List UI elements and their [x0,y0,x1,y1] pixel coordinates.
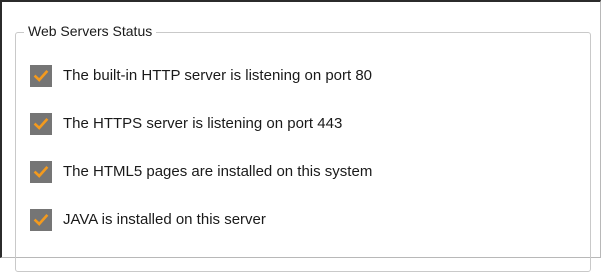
status-label: The HTTPS server is listening on port 44… [63,115,343,132]
status-label: The built-in HTTP server is listening on… [63,67,373,84]
status-label: The HTML5 pages are installed on this sy… [63,163,373,180]
status-label: JAVA is installed on this server [63,211,266,228]
check-icon [30,209,52,231]
status-list: The built-in HTTP server is listening on… [30,64,372,256]
group-title: Web Servers Status [24,22,157,40]
check-icon [30,65,52,87]
status-item-https: The HTTPS server is listening on port 44… [30,112,372,136]
web-servers-status-panel: Web Servers Status The built-in HTTP ser… [0,0,601,272]
status-item-java: JAVA is installed on this server [30,208,372,232]
check-icon [30,161,52,183]
check-icon [30,113,52,135]
status-item-html5: The HTML5 pages are installed on this sy… [30,160,372,184]
status-item-http: The built-in HTTP server is listening on… [30,64,372,88]
